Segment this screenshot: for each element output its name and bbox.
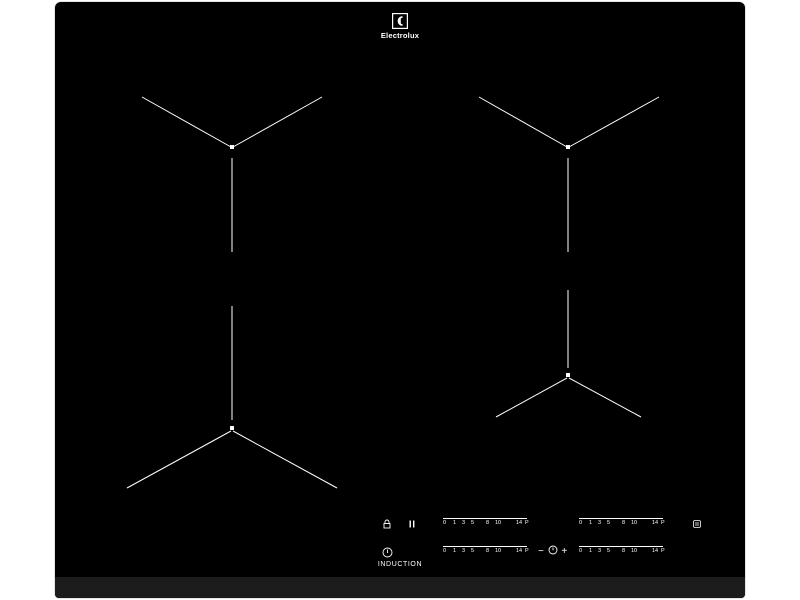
slider-track [579,546,663,547]
scale-label: 1 [453,548,457,554]
zone-center-top-right [566,145,570,149]
scale-label: P [525,520,529,526]
slider-track [443,518,527,519]
scale-label: 5 [471,548,475,554]
slider-track [443,546,527,547]
lock-icon [383,519,391,529]
scale-label: P [661,548,665,554]
scale-label: 14 [516,520,523,526]
scale-label: 8 [622,548,626,554]
power-slider-top-left[interactable]: 0 1 3 5 8 10 14 P [443,518,533,530]
pause-button[interactable] [407,516,417,534]
timer-minus-button[interactable]: − [538,546,544,557]
scale-label: 3 [462,548,466,554]
zone-center-bottom-right [566,373,570,377]
scale-label: 5 [607,520,611,526]
scale-label: 5 [471,520,475,526]
scale-label: 1 [589,548,593,554]
scale-label: 3 [598,548,602,554]
scale-label: 3 [462,520,466,526]
power-slider-top-right[interactable]: 0 1 3 5 8 10 14 P [579,518,669,530]
induction-label: INDUCTION [377,561,423,568]
scale-label: 14 [652,548,659,554]
induction-hob-image: Electrolux INDUCTION 0 1 3 5 8 10 14 P 0… [0,0,800,600]
scale-label: 1 [589,520,593,526]
zone-center-top-left [230,145,234,149]
scale-label: 0 [443,548,447,554]
power-icon [382,547,393,558]
scale-label: P [661,520,665,526]
scale-label: 0 [579,520,583,526]
bridge-button[interactable] [692,516,702,534]
scale-label: 8 [622,520,626,526]
slider-track [579,518,663,519]
power-slider-bottom-right[interactable]: 0 1 3 5 8 10 14 P [579,546,669,558]
scale-label: 8 [486,548,490,554]
timer-control: − + [538,545,567,557]
zone-center-bottom-left [230,426,234,430]
cooking-zone-markings [126,96,660,489]
scale-label: 14 [516,548,523,554]
scale-label: 14 [652,520,659,526]
timer-plus-button[interactable]: + [561,546,567,557]
scale-label: 0 [579,548,583,554]
power-slider-bottom-left[interactable]: 0 1 3 5 8 10 14 P [443,546,533,558]
scale-label: 10 [631,520,638,526]
scale-label: 1 [453,520,457,526]
pause-icon [409,520,415,528]
scale-label: 10 [631,548,638,554]
scale-label: 10 [495,548,502,554]
timer-clock-icon [548,545,558,555]
scale-label: 0 [443,520,447,526]
scale-label: 10 [495,520,502,526]
scale-label: 3 [598,520,602,526]
lock-button[interactable] [382,516,392,534]
scale-label: 5 [607,548,611,554]
scale-label: 8 [486,520,490,526]
scale-label: P [525,548,529,554]
bridge-icon [693,520,701,528]
